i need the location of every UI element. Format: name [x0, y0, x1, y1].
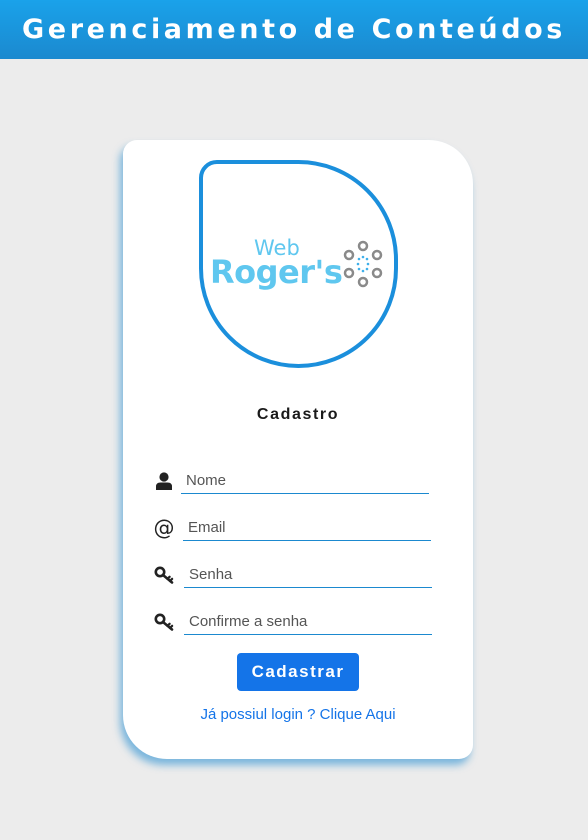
name-field — [153, 468, 433, 494]
login-link[interactable]: Já possiul login ? Clique Aqui — [123, 706, 473, 723]
register-card: Web Roger's Cadastro @ — [123, 140, 473, 759]
register-button[interactable]: Cadastrar — [237, 653, 359, 691]
page-title: Gerenciamento de Conteúdos — [22, 14, 566, 45]
password-field — [153, 562, 433, 588]
user-icon — [153, 470, 175, 492]
key-icon — [153, 564, 175, 586]
form-title: Cadastro — [256, 406, 340, 423]
email-field: @ — [153, 515, 433, 541]
logo-gear-icon — [343, 240, 383, 288]
password-input[interactable] — [184, 562, 432, 588]
logo-name-text: Roger's — [210, 253, 343, 291]
confirm-password-field — [153, 609, 433, 635]
name-input[interactable] — [181, 468, 429, 494]
email-input[interactable] — [183, 515, 431, 541]
header-bar: Gerenciamento de Conteúdos — [0, 0, 588, 59]
at-icon: @ — [153, 515, 175, 540]
key-icon — [153, 611, 175, 633]
confirm-password-input[interactable] — [184, 609, 432, 635]
